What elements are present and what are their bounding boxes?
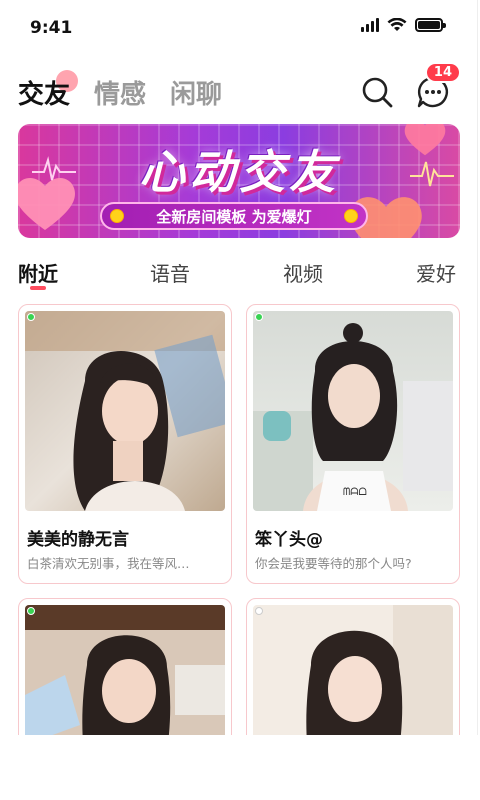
offline-indicator xyxy=(255,607,263,615)
profile-bio: 白茶清欢无别事，我在等风… xyxy=(27,556,190,571)
signal-icon xyxy=(361,18,379,32)
online-indicator xyxy=(27,313,35,321)
tab-qinggan[interactable]: 情感 xyxy=(94,74,146,111)
status-time: 9:41 xyxy=(30,18,73,38)
search-icon[interactable] xyxy=(359,74,395,110)
coin-icon xyxy=(344,209,358,223)
category-tabs: 附近 语音 视频 爱好 xyxy=(18,258,459,290)
tab-jiaoyou[interactable]: 交友 xyxy=(18,74,70,111)
coin-icon xyxy=(110,209,124,223)
status-icons xyxy=(361,18,446,32)
profile-card[interactable]: ᗰᗩᗝ 笨丫头@ 你会是我要等待的那个人吗? xyxy=(246,304,460,584)
category-voice[interactable]: 语音 xyxy=(150,258,190,287)
banner-subtitle: 全新房间模板 为爱爆灯 xyxy=(156,207,312,226)
message-button[interactable]: 14 xyxy=(415,62,461,110)
category-nearby[interactable]: 附近 xyxy=(18,258,58,287)
banner-subtitle-pill: 全新房间模板 为爱爆灯 xyxy=(100,202,368,230)
message-badge: 14 xyxy=(424,62,461,83)
profile-photo xyxy=(25,311,225,511)
app-screen: 9:41 交友 情感 闲聊 14 心动交友 全新房间模板 为爱爆灯 附近 语音 … xyxy=(0,0,478,735)
wifi-icon xyxy=(387,18,407,31)
profile-photo: ᗰᗩᗝ xyxy=(253,311,453,511)
profile-photo xyxy=(25,605,225,735)
profile-bio: 你会是我要等待的那个人吗? xyxy=(255,556,412,571)
status-bar: 9:41 xyxy=(0,0,477,56)
profile-card[interactable]: 美美的静无言 白茶清欢无别事，我在等风… xyxy=(18,304,232,584)
profile-name: 美美的静无言 xyxy=(27,530,129,550)
online-indicator xyxy=(255,313,263,321)
category-active-underline xyxy=(30,286,46,290)
profile-card[interactable] xyxy=(18,598,232,735)
tab-xianliao[interactable]: 闲聊 xyxy=(170,74,222,111)
top-nav: 交友 情感 闲聊 14 xyxy=(18,62,461,114)
battery-icon xyxy=(415,18,446,32)
online-indicator xyxy=(27,607,35,615)
profile-card[interactable] xyxy=(246,598,460,735)
banner-title: 心动交友 xyxy=(139,145,339,199)
promo-banner[interactable]: 心动交友 全新房间模板 为爱爆灯 xyxy=(18,124,460,238)
profile-name: 笨丫头@ xyxy=(255,530,323,550)
svg-text:ᗰᗩᗝ: ᗰᗩᗝ xyxy=(343,487,367,498)
category-video[interactable]: 视频 xyxy=(283,258,323,287)
category-hobby[interactable]: 爱好 xyxy=(416,258,456,287)
profile-photo xyxy=(253,605,453,735)
